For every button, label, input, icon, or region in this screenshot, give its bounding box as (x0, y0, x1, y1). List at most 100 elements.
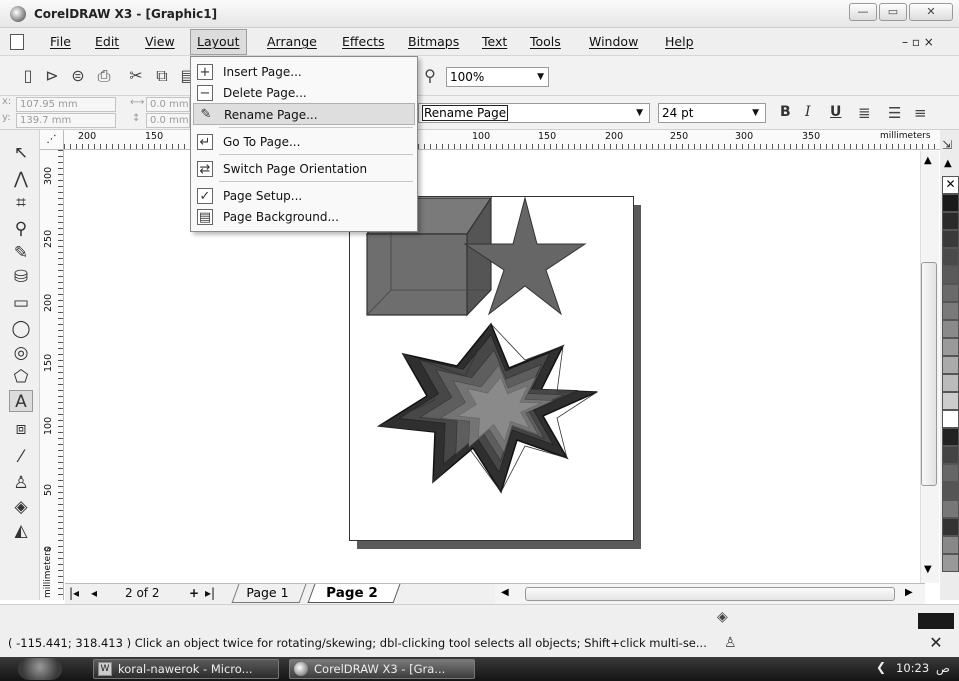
taskbar-item-coreldraw[interactable]: CorelDRAW X3 - [Gra... (289, 659, 475, 679)
menu-tools[interactable]: Tools (524, 28, 567, 56)
scroll-up-icon[interactable]: ▲ (924, 155, 932, 166)
save-icon[interactable]: ⊜ (68, 66, 88, 86)
palette-swatch[interactable] (942, 194, 959, 212)
align-icon[interactable]: ≣ (858, 104, 871, 122)
scroll-left-icon[interactable]: ◀ (501, 587, 509, 598)
palette-menu-icon[interactable]: ⇲ (942, 138, 952, 152)
taskbar-item-word[interactable]: W koral-nawerok - Micro... (93, 659, 279, 679)
palette-swatch[interactable] (942, 212, 959, 230)
menu-delete-page[interactable]: − Delete Page... (193, 82, 415, 104)
menu-page-background[interactable]: ▤ Page Background... (193, 206, 415, 228)
palette-swatch[interactable] (942, 428, 959, 446)
vertical-scroll-thumb[interactable] (921, 262, 937, 486)
rectangle-tool-icon[interactable]: ▭ (9, 292, 33, 314)
indent-icon[interactable]: ≡ (914, 104, 927, 122)
document-window-controls[interactable]: – ▫ × (902, 35, 934, 49)
text-tool-icon[interactable]: A (9, 390, 33, 412)
blended-star-shape[interactable] (376, 322, 599, 494)
menu-window[interactable]: Window (583, 28, 644, 56)
menu-arrange[interactable]: Arrange (261, 28, 323, 56)
palette-swatch[interactable] (942, 320, 959, 338)
no-outline-icon[interactable]: ✕ (918, 635, 954, 651)
cut-icon[interactable]: ✂ (126, 66, 146, 86)
palette-swatch[interactable] (942, 248, 959, 266)
width-field[interactable]: 0.0 mm (146, 97, 190, 112)
spiral-tool-icon[interactable]: ◎ (9, 342, 33, 364)
shape-tool-icon[interactable]: ⋀ (9, 168, 33, 190)
palette-scroll-up-icon[interactable]: ▲ (944, 158, 952, 169)
menu-insert-page[interactable]: + Insert Page... (193, 61, 415, 83)
palette-swatch[interactable] (942, 302, 959, 320)
left-ruler[interactable]: 300 250 200 150 100 50 0 millimeters (40, 150, 64, 600)
menu-effects[interactable]: Effects (336, 28, 391, 56)
top-ruler[interactable]: ⋰ 200 150 100 150 200 250 300 350 millim… (40, 130, 940, 150)
menu-rename-page[interactable]: ✎ Rename Page... (193, 103, 415, 125)
palette-swatch[interactable] (942, 374, 959, 392)
bullet-list-icon[interactable]: ☰ (888, 104, 901, 122)
tab-page-2[interactable]: Page 2 (307, 584, 401, 603)
first-page-icon[interactable]: |◂ (69, 586, 79, 600)
new-document-icon[interactable]: ▯ (18, 66, 38, 86)
zoom-level-select[interactable]: 100% ▼ (446, 67, 549, 87)
font-name-select[interactable]: Rename Page ▼ (418, 103, 650, 123)
x-position-field[interactable]: 107.95 mm (16, 97, 116, 112)
start-button[interactable] (18, 658, 62, 680)
zoom-tool-icon[interactable]: ⚲ (9, 218, 33, 240)
menu-edit[interactable]: Edit (89, 28, 125, 56)
italic-button[interactable]: I (805, 104, 811, 120)
copy-icon[interactable]: ⧉ (152, 66, 172, 86)
bold-button[interactable]: B (780, 104, 791, 120)
zoom-icon[interactable]: ⚲ (420, 66, 440, 86)
palette-swatch[interactable] (942, 392, 959, 410)
height-field[interactable]: 0.0 mm (146, 113, 190, 128)
tab-page-1[interactable]: Page 1 (231, 584, 307, 603)
basic-shapes-tool-icon[interactable]: ⬠ (9, 366, 33, 388)
eyedropper-tool-icon[interactable]: ⁄ (9, 446, 33, 468)
freehand-tool-icon[interactable]: ✎ (9, 242, 33, 264)
palette-swatch[interactable] (942, 446, 959, 464)
palette-swatch[interactable]: ✕ (942, 176, 959, 194)
palette-swatch[interactable] (942, 482, 959, 500)
tray-expand-icon[interactable]: ❮ (876, 660, 886, 674)
crop-tool-icon[interactable]: ⌗ (9, 192, 33, 214)
ellipse-tool-icon[interactable]: ◯ (9, 318, 33, 340)
menu-go-to-page[interactable]: ↵ Go To Page... (193, 131, 415, 153)
clock[interactable]: 10:23 (896, 661, 929, 675)
menu-text[interactable]: Text (476, 28, 513, 56)
interactive-tool-icon[interactable]: ⧈ (9, 418, 33, 440)
palette-swatch[interactable] (942, 536, 959, 554)
palette-swatch[interactable] (942, 338, 959, 356)
menu-switch-orientation[interactable]: ⇄ Switch Page Orientation (193, 158, 415, 180)
y-position-field[interactable]: 139.7 mm (16, 113, 116, 128)
smart-fill-tool-icon[interactable]: ⛁ (9, 266, 33, 288)
palette-swatch[interactable] (942, 266, 959, 284)
palette-swatch[interactable] (942, 356, 959, 374)
interactive-fill-tool-icon[interactable]: ◭ (9, 520, 33, 542)
pick-tool-icon[interactable]: ↖ (9, 142, 33, 164)
palette-swatch[interactable] (942, 518, 959, 536)
palette-swatch[interactable] (942, 410, 959, 428)
underline-button[interactable]: U (830, 104, 841, 120)
palette-swatch[interactable] (942, 464, 959, 482)
open-icon[interactable]: ⊳ (42, 66, 62, 86)
menu-bitmaps[interactable]: Bitmaps (402, 28, 465, 56)
previous-page-icon[interactable]: ◂ (91, 586, 97, 600)
palette-swatch[interactable] (942, 554, 959, 572)
menu-view[interactable]: View (139, 28, 181, 56)
scroll-right-icon[interactable]: ▶ (905, 587, 913, 598)
scroll-down-icon[interactable]: ▼ (924, 564, 932, 575)
document-icon[interactable] (10, 34, 24, 50)
minimize-button[interactable]: — (849, 3, 877, 21)
horizontal-scroll-thumb[interactable] (525, 587, 895, 601)
palette-swatch[interactable] (942, 500, 959, 518)
font-size-select[interactable]: 24 pt ▼ (658, 103, 766, 123)
menu-layout[interactable]: Layout (190, 29, 247, 55)
fill-color-swatch[interactable] (918, 613, 954, 629)
maximize-button[interactable]: ▭ (879, 3, 907, 21)
menu-help[interactable]: Help (659, 28, 700, 56)
outline-tool-icon[interactable]: ♙ (9, 472, 33, 494)
palette-swatch[interactable] (942, 230, 959, 248)
close-button[interactable]: ✕ (909, 3, 953, 21)
last-page-icon[interactable]: ▸| (205, 586, 215, 600)
palette-swatch[interactable] (942, 284, 959, 302)
